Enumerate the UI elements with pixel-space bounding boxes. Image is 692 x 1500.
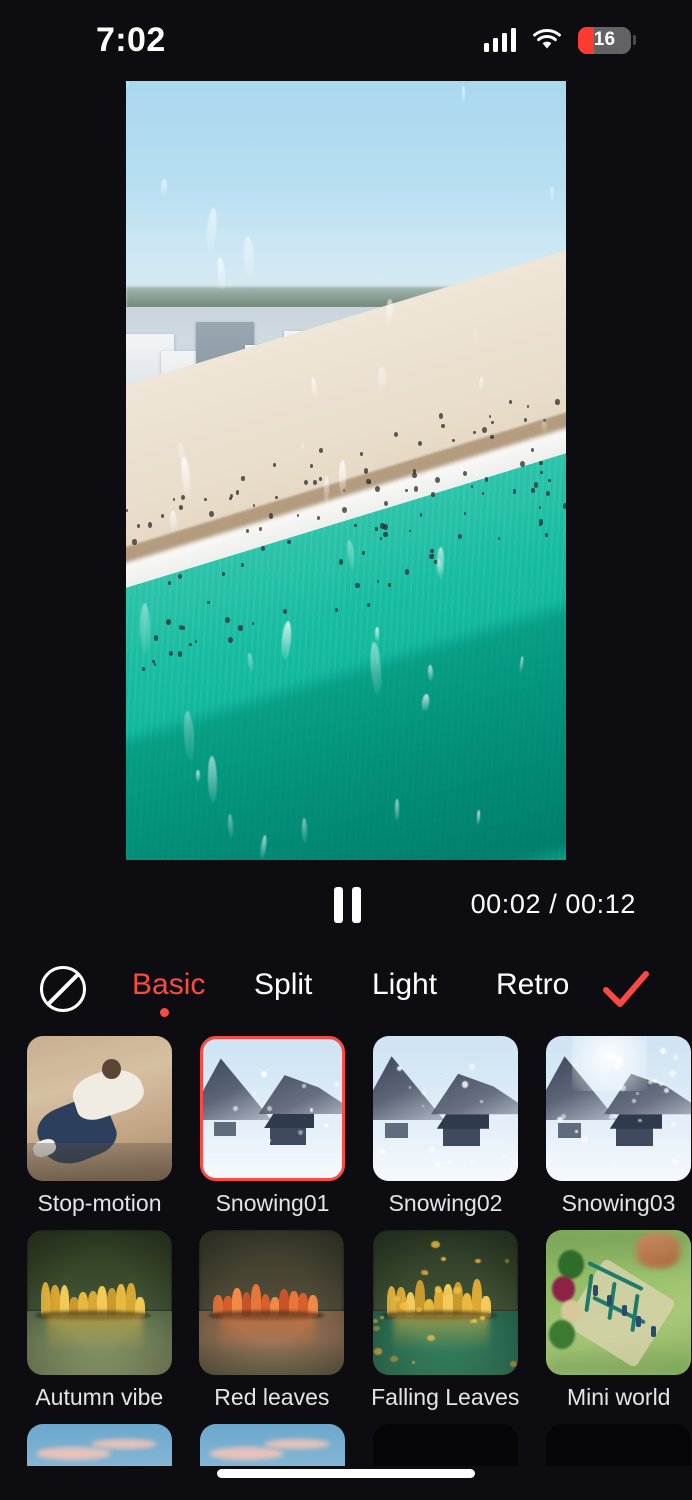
effect-label: Snowing03: [561, 1190, 676, 1216]
playback-bar: 00:02 / 00:12: [0, 878, 692, 940]
effect-thumbnail: [27, 1036, 172, 1181]
effect-label: Stop-motion: [37, 1190, 162, 1216]
checkmark-icon[interactable]: [600, 966, 652, 1012]
battery-icon: 16: [578, 26, 636, 54]
effect-thumbnail: [546, 1036, 691, 1181]
effect-item-mini-world[interactable]: Mini world: [545, 1230, 692, 1409]
effect-item[interactable]: [199, 1424, 346, 1466]
video-frame: [126, 81, 566, 860]
status-bar-indicators: 16: [483, 26, 636, 54]
battery-level-label: 16: [593, 29, 616, 50]
tab-retro[interactable]: Retro: [496, 968, 569, 1002]
effect-row: Stop-motion Snowing01 Snowing02 Snowing03: [0, 1036, 692, 1215]
tab-light[interactable]: Light: [372, 968, 437, 1002]
effect-item-autumn-vibe[interactable]: Autumn vibe: [26, 1230, 173, 1409]
effect-thumbnail: [373, 1424, 518, 1466]
effect-item-stop-motion[interactable]: Stop-motion: [26, 1036, 173, 1215]
effect-label: Snowing01: [215, 1190, 330, 1216]
cellular-signal-icon: [483, 28, 516, 52]
video-preview[interactable]: [126, 81, 566, 860]
effect-label: Mini world: [566, 1384, 671, 1410]
effect-label: Autumn vibe: [35, 1384, 164, 1410]
effect-category-tabs: Basic Split Light Retro: [0, 952, 692, 1032]
effect-thumbnail: [373, 1036, 518, 1181]
effect-item-snowing01[interactable]: Snowing01: [199, 1036, 346, 1215]
effect-thumbnail: [200, 1424, 345, 1466]
no-effect-icon[interactable]: [40, 966, 86, 1012]
effect-thumbnail: [200, 1036, 345, 1181]
wifi-icon: [532, 28, 562, 52]
active-tab-indicator-dot: [160, 1008, 169, 1017]
effect-thumbnail: [372, 1230, 518, 1375]
effect-row: Autumn vibe Red leaves Falling Leaves Mini …: [0, 1230, 692, 1409]
effect-thumbnail: [546, 1424, 691, 1466]
effect-thumbnail: [26, 1230, 172, 1375]
effect-item[interactable]: [372, 1424, 519, 1466]
playback-timecode: 00:02 / 00:12: [470, 889, 636, 919]
effect-label: Red leaves: [214, 1384, 330, 1410]
home-indicator[interactable]: [217, 1469, 475, 1478]
effect-thumbnail: [199, 1230, 345, 1375]
effects-picker-screen: 7:02 16 00:02 / 00:12 Basic Split Light …: [0, 0, 692, 1500]
effect-label: Falling Leaves: [371, 1384, 520, 1410]
effect-row: [0, 1424, 692, 1466]
effect-item-snowing02[interactable]: Snowing02: [372, 1036, 519, 1215]
status-bar-time: 7:02: [96, 20, 166, 59]
effect-label: Snowing02: [388, 1190, 503, 1216]
effect-item-snowing03[interactable]: Snowing03: [545, 1036, 692, 1215]
effect-item-falling-leaves[interactable]: Falling Leaves: [371, 1230, 519, 1409]
effect-thumbnail-grid[interactable]: Stop-motion Snowing01 Snowing02 Snowing03 Au…: [0, 1036, 692, 1466]
effect-item[interactable]: [545, 1424, 692, 1466]
effect-item-red-leaves[interactable]: Red leaves: [199, 1230, 346, 1409]
status-bar: 7:02 16: [0, 0, 692, 80]
effect-thumbnail: [546, 1230, 692, 1375]
effect-item[interactable]: [26, 1424, 173, 1466]
pause-icon[interactable]: [331, 886, 363, 924]
effect-thumbnail: [27, 1424, 172, 1466]
tab-basic[interactable]: Basic: [132, 968, 205, 1002]
tab-split[interactable]: Split: [254, 968, 312, 1002]
